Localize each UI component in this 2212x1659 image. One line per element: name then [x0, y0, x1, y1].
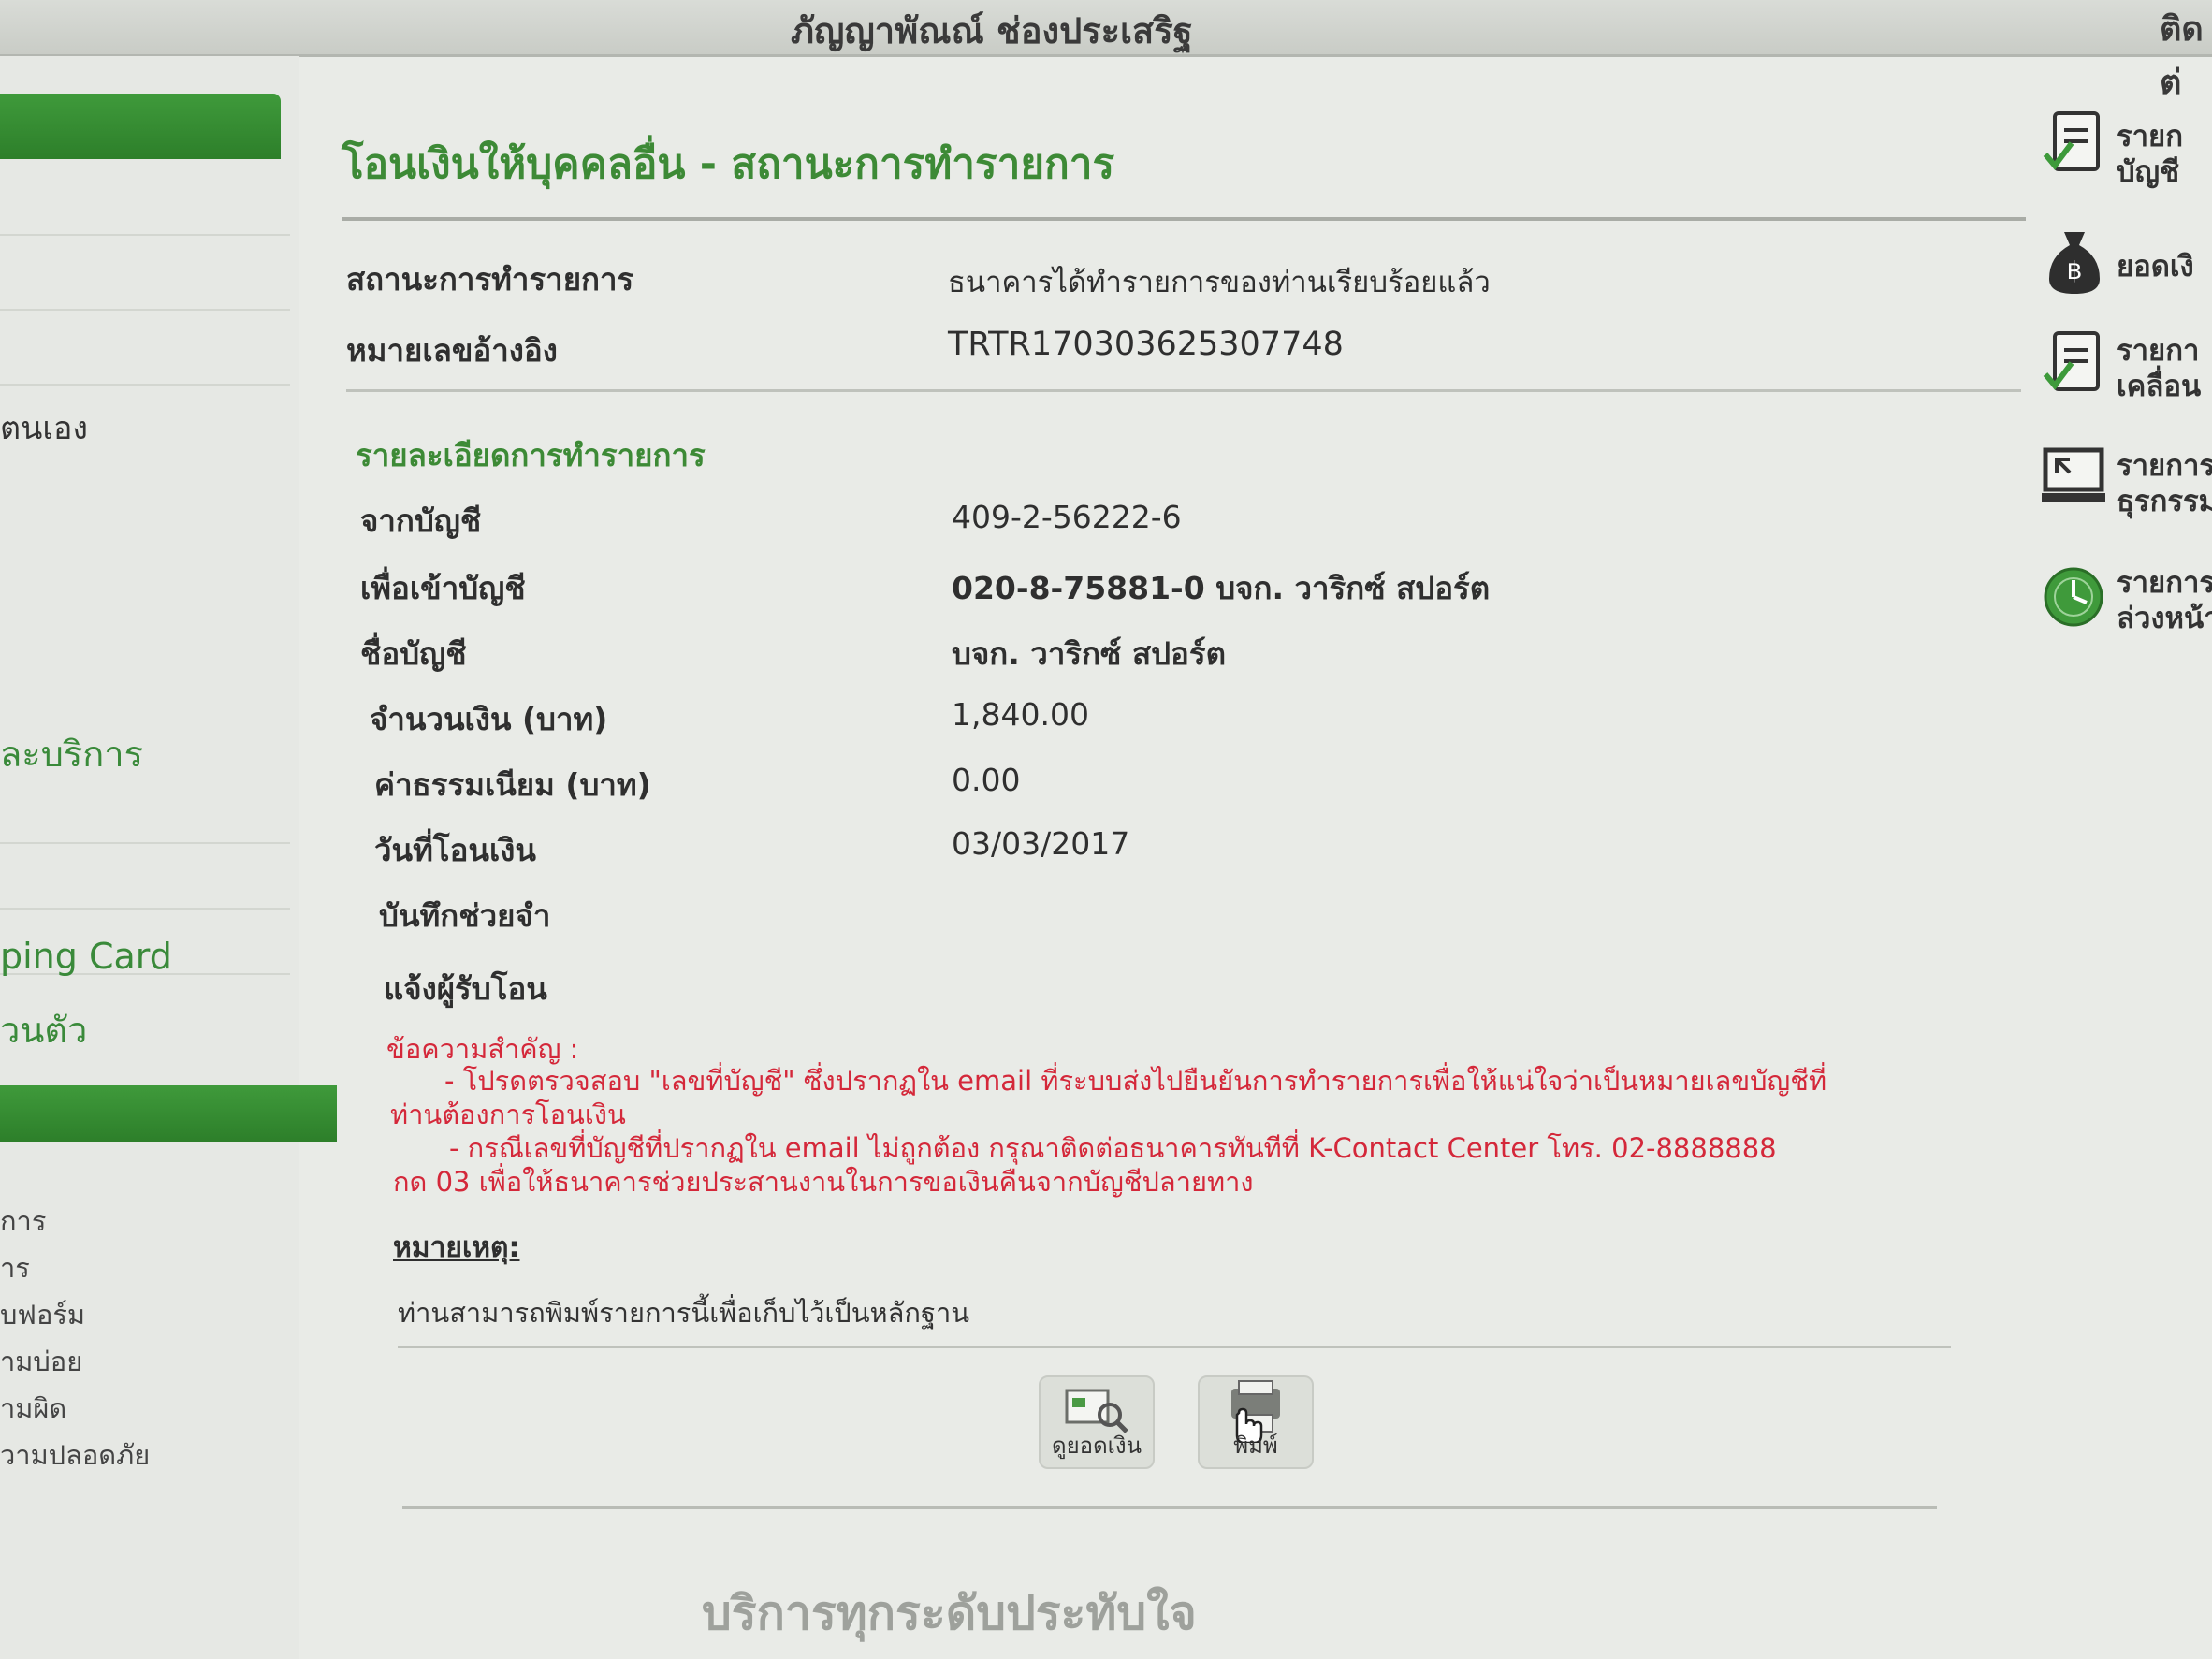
account-name-value: บจก. วาริกซ์ สปอร์ต: [952, 635, 1227, 672]
quick-menu-item[interactable]: ฿ ยอดเงิ: [2030, 225, 2212, 318]
note-text: ท่านสามารถพิมพ์รายการนี้เพื่อเก็บไว้เป็น…: [398, 1297, 970, 1329]
status-label: สถานะการทำรายการ: [346, 261, 634, 298]
reference-label: หมายเลขอ้างอิง: [346, 332, 558, 369]
sidebar-link-errors[interactable]: ามผิด: [0, 1387, 66, 1430]
document-check-icon: [2043, 331, 2100, 391]
quick-menu-item[interactable]: รายการ ธุรกรรม: [2030, 444, 2212, 547]
left-sidebar: ตนเอง ละบริการ ping Card วนตัว การ าร บฟ…: [0, 56, 337, 1659]
quick-menu-line2: ธุรกรรม: [2117, 485, 2212, 518]
quick-menu-line1: รายกา: [2117, 334, 2200, 368]
document-check-icon: [2043, 111, 2100, 171]
monitor-icon: [2042, 447, 2105, 502]
sidebar-item-shopping-card[interactable]: ping Card: [0, 936, 172, 977]
footer-divider: [402, 1506, 1937, 1509]
sidebar-link-security[interactable]: วามปลอดภัย: [0, 1433, 150, 1477]
details-title: รายละเอียดการทำรายการ: [356, 437, 706, 473]
sidebar-row[interactable]: [0, 786, 290, 844]
quick-menu-line1: รายการ: [2117, 566, 2212, 600]
to-account-name: บจก. วาริกซ์ สปอร์ต: [1215, 570, 1491, 606]
amount-value: 1,840.00: [952, 696, 1089, 733]
quick-menu-line1: รายการ: [2117, 449, 2212, 483]
sidebar-link-faq[interactable]: ามบ่อย: [0, 1340, 82, 1383]
quick-menu-line2: ล่วงหน้า: [2117, 602, 2212, 635]
sidebar-row[interactable]: [0, 159, 290, 236]
user-name: ภัญญาพัณณ์ ช่องประเสริฐ: [791, 10, 1193, 51]
sidebar-item-personal[interactable]: วนตัว: [0, 1001, 87, 1058]
fee-value: 0.00: [952, 762, 1021, 798]
quick-menu-item[interactable]: รายการ ล่วงหน้า: [2030, 561, 2212, 664]
sidebar-link-forms[interactable]: บฟอร์ม: [0, 1293, 85, 1336]
detail-label: จำนวนเงิน (บาท): [370, 701, 608, 737]
print-label: พิมพ์: [1233, 1433, 1278, 1459]
title-divider: [342, 217, 2026, 221]
sidebar-row[interactable]: [0, 842, 290, 910]
svg-text:฿: ฿: [2067, 257, 2083, 285]
sidebar-row[interactable]: [0, 309, 290, 386]
reference-value: TRTR170303625307748: [948, 326, 1344, 363]
section-divider: [346, 389, 2021, 392]
sidebar-row[interactable]: [0, 234, 290, 311]
print-button[interactable]: พิมพ์: [1198, 1375, 1314, 1469]
quick-menu-item[interactable]: รายกา เคลื่อน: [2030, 327, 2212, 430]
top-bar: ภัญญาพัณณ์ ช่องประเสริฐ ติดต่: [0, 0, 2212, 102]
quick-menu-item[interactable]: รายก บัญชี: [2030, 108, 2212, 211]
view-balance-button[interactable]: ดูยอดเงิน: [1039, 1375, 1155, 1469]
quick-menu-line2: เคลื่อน: [2117, 370, 2202, 403]
footer-slogan: บริการทุกระดับประทับใจ: [702, 1586, 1197, 1640]
quick-menu-line1: รายก: [2117, 120, 2183, 153]
detail-label: บันทึกช่วยจำ: [379, 897, 551, 934]
detail-label: จากบัญชี: [360, 502, 482, 539]
detail-label: วันที่โอนเงิน: [374, 832, 536, 868]
right-quick-menu: รายก บัญชี ฿ ยอดเงิ รายกา เคลื่อน รายการ ธุ…: [2030, 56, 2212, 1659]
detail-label: แจ้งผู้รับโอน: [384, 970, 547, 1007]
status-value: ธนาคารได้ทำรายการของท่านเรียบร้อยแล้ว: [948, 266, 1491, 299]
detail-label: เพื่อเข้าบัญชี: [360, 570, 526, 606]
from-account-value: 409-2-56222-6: [952, 499, 1182, 535]
sidebar-item-own-account[interactable]: ตนเอง: [0, 402, 88, 453]
important-line: กด 03 เพื่อให้ธนาคารช่วยประสานงานในการขอ…: [393, 1166, 1254, 1198]
important-line: - โปรดตรวจสอบ "เลขที่บัญชี" ซึ่งปรากฏใน …: [444, 1065, 1827, 1097]
sidebar-link[interactable]: การ: [0, 1200, 46, 1243]
sidebar-item-services[interactable]: ละบริการ: [0, 725, 143, 782]
quick-menu-line1: ยอดเงิ: [2117, 250, 2194, 284]
transfer-date-value: 03/03/2017: [952, 825, 1130, 862]
detail-label: ชื่อบัญชี: [360, 635, 467, 672]
sidebar-section-header: [0, 1085, 337, 1142]
money-bag-icon: ฿: [2049, 232, 2100, 294]
sidebar-link[interactable]: าร: [0, 1246, 30, 1289]
sidebar-active-header[interactable]: [0, 94, 281, 159]
to-account-number: 020-8-75881-0: [952, 570, 1205, 606]
page-title: โอนเงินให้บุคคลอื่น - สถานะการทำรายการ: [342, 140, 1115, 188]
quick-menu-line2: บัญชี: [2117, 155, 2180, 189]
detail-label: ค่าธรรมเนียม (บาท): [374, 766, 651, 803]
note-title: หมายเหตุ:: [393, 1231, 520, 1264]
to-account-value: 020-8-75881-0 บจก. วาริกซ์ สปอร์ต: [952, 563, 1490, 613]
buttons-divider: [398, 1346, 1951, 1348]
view-balance-label: ดูยอดเงิน: [1052, 1433, 1142, 1459]
clock-icon: [2044, 567, 2103, 627]
